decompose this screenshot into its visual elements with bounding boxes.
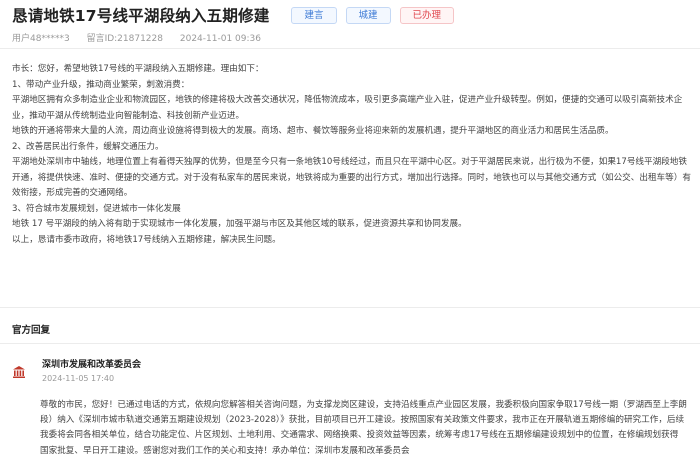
category-tag-suggestion[interactable]: 建言 — [291, 6, 337, 24]
message-line: 1、带动产业升级，推动商业繁荣，刺激消费： — [12, 79, 190, 90]
section-divider — [0, 307, 700, 308]
message-line: 平湖地区拥有众多制造业企业和物流园区，地铁的修建将极大改善交通状况，降低物流成本… — [12, 95, 683, 106]
agency-name: 深圳市发展和改革委员会 — [42, 360, 142, 370]
reply-content: 尊敬的市民，您好！已通过电话的方式，依规向您解答相关咨询问题，为支撑龙岗区建设，… — [40, 398, 692, 459]
title-row: 恳请地铁17号线平湖段纳入五期修建 建言 城建 已办理 — [12, 4, 455, 26]
message-content: 市长：您好，希望地铁17号线的平湖段纳入五期修建。理由如下： 1、带动产业升级，… — [12, 62, 692, 249]
message-line: 市长：您好，希望地铁17号线的平湖段纳入五期修建。理由如下： — [12, 64, 264, 74]
message-line: 2、改善居民出行条件，缓解交通压力。 — [12, 141, 164, 152]
official-reply-heading: 官方回复 — [12, 325, 51, 336]
reply-line: 段）纳入《深圳市城市轨道交通第五期建设规划（2023-2028）》获批，目前项目… — [40, 415, 685, 426]
message-line: 地铁 17 号平湖段的纳入将有助于实现城市一体化发展，加强平湖与市区及其他区域的… — [12, 219, 467, 230]
reply-divider — [0, 343, 700, 344]
reply-agency: 深圳市发展和改革委员会 2024-11-05 17:40 — [12, 358, 141, 386]
message-line: 地铁的开通将带来大量的人流，周边商业设施将得到极大的发展。商场、超市、餐饮等服务… — [12, 126, 614, 137]
message-line: 效衔接，形成完善的交通网络。 — [12, 188, 133, 199]
message-meta: 用户48*****3 留言ID:21871228 2024-11-01 09:3… — [12, 31, 275, 44]
reply-line: 我委将会同各相关单位，结合功能定位、片区规划、土地利用、交通需求、网络换乘、投资… — [40, 430, 679, 441]
message-datetime: 2024-11-01 09:36 — [179, 34, 261, 44]
reply-line: 尊敬的市民，您好！已通过电话的方式，依规向您解答相关咨询问题，为支撑龙岗区建设，… — [40, 400, 687, 410]
message-line: 以上，恳请市委市政府，将地铁17号线纳入五期修建，解决民生问题。 — [12, 235, 281, 246]
message-line: 开通，将提供快速、准时、便捷的交通方式。对于没有私家车的居民来说，地铁将成为重要… — [12, 172, 691, 183]
message-id: 留言ID:21871228 — [86, 34, 163, 44]
government-building-icon — [13, 366, 25, 378]
user-id: 用户48*****3 — [12, 34, 70, 44]
page-title: 恳请地铁17号线平湖段纳入五期修建 — [12, 7, 270, 25]
message-line: 平湖地处深圳市中轴线，地理位置上有着得天独厚的优势，但是至今只有一条地铁10号线… — [12, 157, 687, 168]
message-line: 3、符合城市发展规划，促进城市一体化发展 — [12, 203, 181, 214]
reply-line: 国家批复、早日开工建设。感谢您对我们工作的关心和支持！承办单位：深圳市发展和改革… — [40, 445, 410, 456]
message-line: 业，推动平湖从传统制造业向智能制造、科技创新产业迈进。 — [12, 110, 245, 121]
category-tag-construction[interactable]: 城建 — [345, 6, 391, 24]
header-divider — [0, 48, 700, 49]
status-badge: 已办理 — [399, 6, 455, 24]
reply-datetime: 2024-11-05 17:40 — [42, 374, 115, 383]
